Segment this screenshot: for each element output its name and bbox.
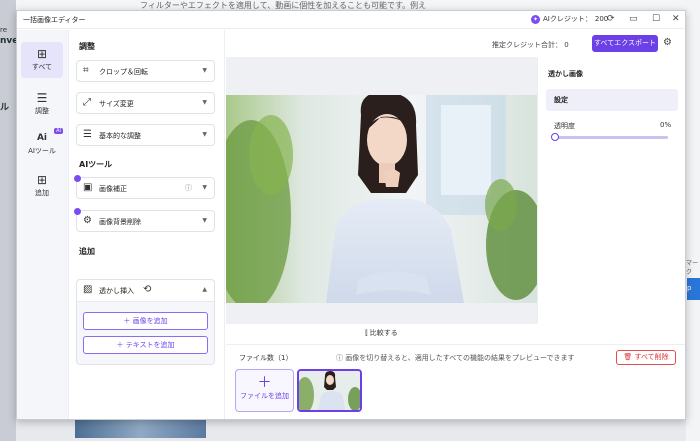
close-icon[interactable]: ✕	[672, 14, 680, 25]
preview-image	[226, 95, 537, 303]
opacity-label: 透明度	[554, 122, 575, 130]
tool-label: サイズ変更	[99, 100, 134, 108]
preview-stage	[226, 57, 537, 324]
refresh-icon[interactable]: ⟳	[607, 14, 615, 25]
plus-square-icon: ⊞	[36, 173, 48, 187]
rail-item-label: すべて	[31, 63, 53, 71]
rail-item-add[interactable]: ⊞ 追加	[21, 168, 63, 204]
file-count: ファイル数（1）	[239, 354, 293, 362]
background-left-text: ル	[0, 103, 10, 113]
estimated-credits-label: 推定クレジット合計：	[492, 41, 562, 49]
tools-panel: 調整 ⌗ クロップ＆回転 ▼ ⤢ サイズ変更 ▼ ☰ 基本的な調整 ▼ AIツー…	[70, 30, 225, 419]
estimated-credits: 推定クレジット合計： 0	[492, 40, 569, 50]
tool-crop-rotate[interactable]: ⌗ クロップ＆回転 ▼	[76, 60, 215, 82]
sliders-icon: ☰	[36, 91, 48, 105]
background-left-strip	[0, 0, 16, 441]
window-title: 一括画像エディター	[23, 16, 86, 24]
section-title-adjust: 調整	[79, 42, 95, 51]
background-right-button[interactable]: p	[687, 278, 700, 300]
background-remove-icon: ⚙	[83, 215, 92, 226]
trash-icon: 🗑	[623, 353, 633, 361]
settings-section-label: 設定	[554, 96, 568, 104]
grid-icon: ⊞	[36, 47, 48, 61]
chevron-up-icon: ▲	[202, 286, 207, 293]
premium-dot	[74, 175, 81, 182]
estimated-credits-value: 0	[564, 41, 569, 49]
watermark-section: ▨ 透かし挿入 ⟲ ▲ ＋ 画像を追加 ＋ テキストを追加	[76, 279, 215, 365]
tool-resize[interactable]: ⤢ サイズ変更 ▼	[76, 92, 215, 114]
file-hint-text: 画像を切り替えると、適用したすべての機能の結果をプレビューできます	[345, 354, 575, 362]
compare-label: 比較する	[369, 329, 398, 337]
opacity-slider[interactable]	[551, 133, 668, 141]
sliders-icon: ☰	[83, 129, 92, 140]
compare-toggle[interactable]: ⫿ 比較する	[226, 324, 537, 344]
add-file-button[interactable]: ＋ ファイルを追加	[235, 369, 294, 412]
background-right-text: マーク	[686, 260, 699, 276]
ai-credit: ✦ AIクレジット： 200	[531, 14, 608, 24]
ai-credit-label: AIクレジット：	[543, 15, 592, 23]
background-thumbnail	[75, 420, 206, 438]
reset-icon[interactable]: ⟲	[143, 284, 151, 296]
resize-icon: ⤢	[83, 97, 91, 108]
export-all-button[interactable]: すべてエクスポート	[592, 35, 658, 52]
thumbnail-svg	[299, 371, 360, 410]
delete-all-button[interactable]: 🗑 すべて削除	[616, 350, 676, 365]
add-text-label: テキストを追加	[125, 341, 175, 349]
tool-label: 画像背景削除	[99, 218, 141, 226]
batch-image-editor-window: 一括画像エディター ✦ AIクレジット： 200 ⟳ ▭ ☐ ✕ ⊞ すべて ☰…	[16, 10, 686, 420]
tool-background-remove[interactable]: ⚙ 画像背景削除 ▼	[74, 208, 215, 232]
info-icon[interactable]: ⓘ	[185, 183, 192, 193]
chevron-down-icon: ▼	[202, 99, 207, 106]
rail-item-all[interactable]: ⊞ すべて	[21, 42, 63, 78]
settings-title: 透かし画像	[548, 70, 583, 78]
compare-icon: ⫿	[365, 329, 368, 337]
tool-label: 基本的な調整	[99, 132, 141, 140]
add-text-button[interactable]: ＋ テキストを追加	[83, 336, 208, 354]
premium-dot	[74, 208, 81, 215]
watermark-label: 透かし挿入	[99, 287, 134, 295]
watermark-settings-panel: 透かし画像 設定 透明度 0%	[537, 57, 685, 323]
tool-label: クロップ＆回転	[99, 68, 148, 76]
section-title-ai-tools: AIツール	[79, 160, 113, 169]
ai-badge: AI	[54, 128, 63, 134]
tool-label: 画像補正	[99, 185, 127, 193]
plus-icon: ＋	[257, 375, 272, 391]
chevron-down-icon: ▼	[202, 184, 207, 191]
file-thumbnail-selected[interactable]	[297, 369, 362, 412]
tool-image-enhance[interactable]: ▣ 画像補正 ⓘ ▼	[74, 175, 215, 199]
background-left-text: re	[0, 26, 8, 34]
tool-basic-adjust[interactable]: ☰ 基本的な調整 ▼	[76, 124, 215, 146]
rail-item-label: 追加	[35, 189, 49, 197]
crop-icon: ⌗	[83, 65, 89, 76]
rail-item-ai-tools[interactable]: AI Ai AIツール	[21, 126, 63, 162]
info-icon: ⓘ	[336, 354, 343, 362]
file-hint: ⓘ 画像を切り替えると、適用したすべての機能の結果をプレビューできます	[336, 353, 575, 363]
preview-photo-svg	[226, 95, 537, 303]
add-file-label: ファイルを追加	[240, 392, 289, 400]
section-title-add: 追加	[79, 247, 95, 256]
add-image-button[interactable]: ＋ 画像を追加	[83, 312, 208, 330]
opacity-value: 0%	[660, 121, 672, 129]
cart-icon[interactable]: ▭	[629, 14, 638, 25]
chevron-down-icon: ▼	[202, 217, 207, 224]
delete-all-label: すべて削除	[634, 353, 669, 361]
image-enhance-icon: ▣	[83, 182, 93, 193]
image-icon: ▨	[83, 284, 93, 295]
chevron-down-icon: ▼	[202, 67, 207, 74]
add-image-label: 画像を追加	[132, 317, 168, 325]
rail-item-adjust[interactable]: ☰ 調整	[21, 86, 63, 122]
file-strip: ファイル数（1） ⓘ 画像を切り替えると、適用したすべての機能の結果をプレビュー…	[226, 344, 685, 419]
watermark-header[interactable]: ▨ 透かし挿入 ⟲ ▲	[77, 280, 214, 302]
nav-rail: ⊞ すべて ☰ 調整 AI Ai AIツール ⊞ 追加	[17, 30, 69, 419]
rail-item-label: 調整	[35, 107, 49, 115]
background-right-strip	[686, 0, 700, 441]
maximize-icon[interactable]: ☐	[652, 14, 660, 25]
ai-credit-icon: ✦	[531, 14, 540, 24]
rail-item-label: AIツール	[28, 147, 56, 155]
gear-icon[interactable]: ⚙	[663, 37, 672, 48]
opacity-slider-handle[interactable]	[551, 133, 559, 141]
settings-section[interactable]: 設定	[546, 89, 678, 111]
title-bar: 一括画像エディター ✦ AIクレジット： 200 ⟳ ▭ ☐ ✕	[17, 11, 685, 29]
chevron-down-icon: ▼	[202, 131, 207, 138]
